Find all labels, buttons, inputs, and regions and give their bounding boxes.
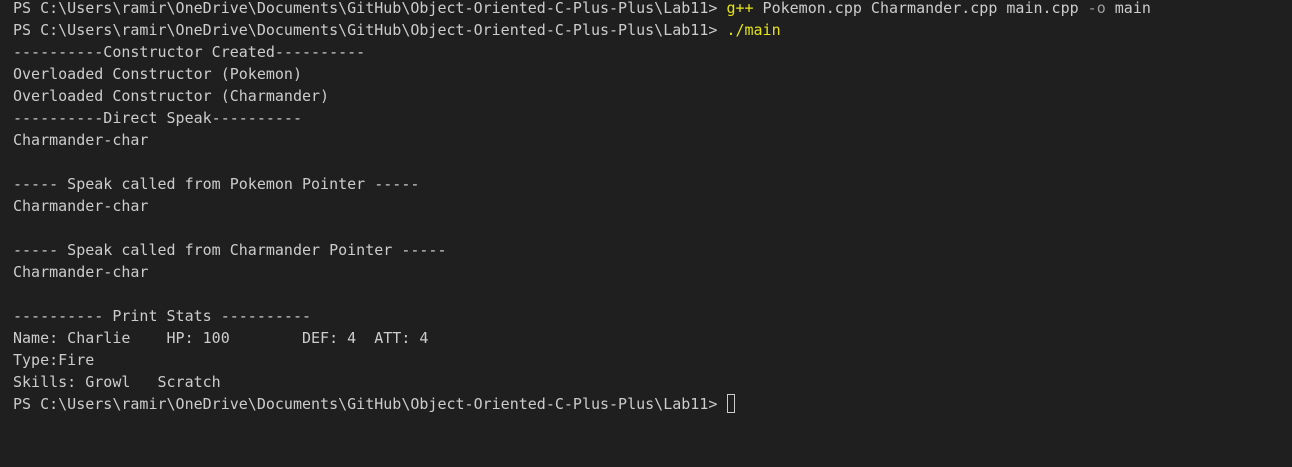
command-line-2: PS C:\Users\ramir\OneDrive\Documents\Git… xyxy=(13,19,1292,41)
prompt: PS C:\Users\ramir\OneDrive\Documents\Git… xyxy=(13,21,727,39)
output-line: Overloaded Constructor (Pokemon) xyxy=(13,65,302,83)
output-line: Overloaded Constructor (Charmander) xyxy=(13,87,330,105)
prompt: PS C:\Users\ramir\OneDrive\Documents\Git… xyxy=(13,0,727,17)
output-line: ----- Speak called from Charmander Point… xyxy=(13,241,447,259)
command-program: g++ xyxy=(726,0,754,17)
output-line: Charmander-char xyxy=(13,197,149,215)
terminal-cursor[interactable] xyxy=(727,394,736,413)
output-line: Skills: Growl Scratch xyxy=(13,373,221,391)
output-line: Name: Charlie HP: 100 DEF: 4 ATT: 4 xyxy=(13,329,429,347)
output-line: Charmander-char xyxy=(13,131,149,149)
output-line: ----------Direct Speak---------- xyxy=(13,109,302,127)
command-line-1: PS C:\Users\ramir\OneDrive\Documents\Git… xyxy=(13,0,1292,19)
command-program: ./main xyxy=(726,21,781,39)
output-line: ----- Speak called from Pokemon Pointer … xyxy=(13,175,420,193)
terminal-panel[interactable]: PS C:\Users\ramir\OneDrive\Documents\Git… xyxy=(0,0,1292,464)
command-args: Pokemon.cpp Charmander.cpp main.cpp xyxy=(753,0,1088,17)
output-line: Type:Fire xyxy=(13,351,95,369)
current-prompt-line[interactable]: PS C:\Users\ramir\OneDrive\Documents\Git… xyxy=(13,393,1292,415)
command-output-arg: main xyxy=(1105,0,1151,17)
prompt: PS C:\Users\ramir\OneDrive\Documents\Git… xyxy=(13,395,727,413)
command-flag: -o xyxy=(1087,0,1106,17)
output-line: ----------Constructor Created---------- xyxy=(13,43,366,61)
output-line: ---------- Print Stats ---------- xyxy=(13,307,312,325)
output-line: Charmander-char xyxy=(13,263,149,281)
